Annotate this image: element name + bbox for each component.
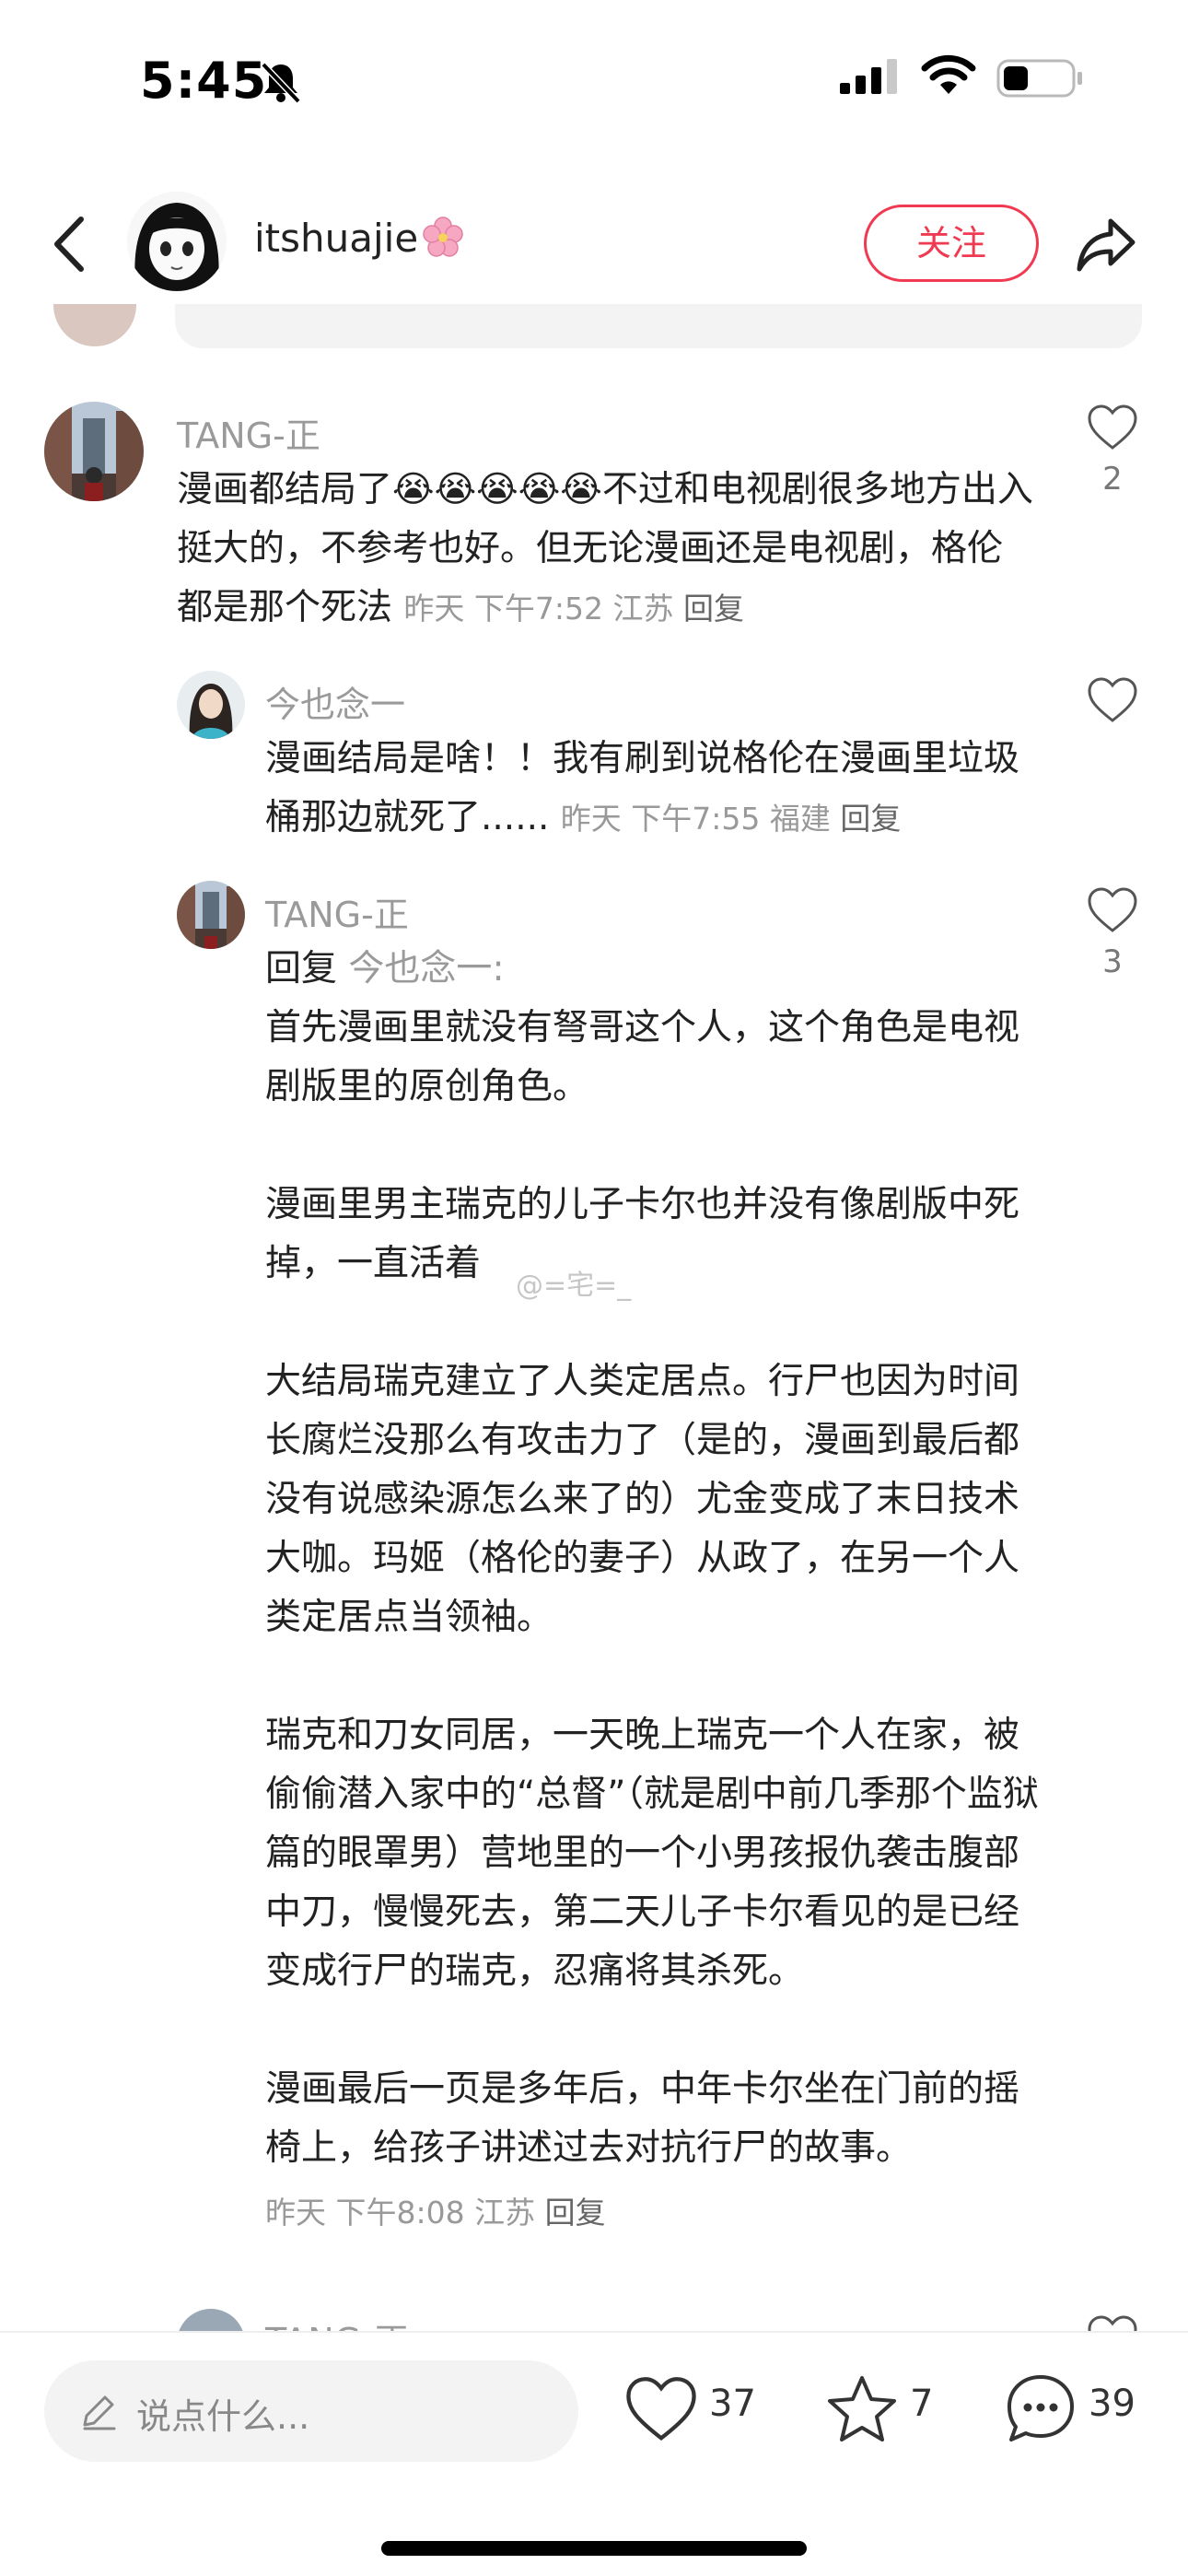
comment-paragraph: 瑞克和刀女同居，一天晚上瑞克一个人在家，被偷偷潜入家中的“总督”（就是剧中前几季… (265, 1715, 1039, 1992)
reply-link[interactable]: 回复 (840, 801, 901, 837)
home-indicator (381, 2541, 807, 2556)
heart-icon[interactable] (1087, 2314, 1138, 2331)
follow-button[interactable]: 关注 (864, 205, 1039, 282)
girl-photo-avatar-icon (177, 671, 245, 739)
comment-text: 漫画都结局了😭😭😭😭😭不过和电视剧很多地方出入挺大的，不参考也好。但无论漫画还是… (177, 461, 1033, 638)
author-avatar[interactable] (127, 192, 227, 291)
reply-to-line: 回复 今也念一: (265, 948, 505, 989)
collect-count: 7 (910, 2383, 934, 2425)
comment-paragraph: 大结局瑞克建立了人类定居点。行尸也因为时间长腐烂没那么有攻击力了（是的，漫画到最… (265, 1361, 1020, 1638)
reply-prefix: 回复 (265, 948, 338, 989)
watermark: @=宅=_ (516, 1270, 632, 1302)
bell-muted-icon (261, 62, 301, 104)
status-bar: 5:45 (0, 0, 1188, 157)
previous-comment-box (175, 304, 1142, 348)
heart-icon (1088, 404, 1137, 450)
reply-link[interactable]: 回复 (545, 2195, 606, 2231)
comment-author[interactable]: TANG-正 (265, 2313, 409, 2331)
reply-to-user[interactable]: 今也念一 (348, 948, 492, 989)
comment-time-location: 昨天 下午7:55 福建 (560, 801, 831, 837)
comment-reply-item: TANG-正 (0, 2301, 1188, 2331)
bottom-action-bar: 说点什么... 37 7 39 (0, 2331, 1188, 2576)
heart-icon (1088, 677, 1137, 722)
reply-link[interactable]: 回复 (683, 591, 744, 626)
city-bridge-avatar-icon (177, 881, 245, 949)
status-time: 5:45 (140, 52, 268, 110)
note-header: itshuajie 关注 (0, 184, 1188, 304)
comment-meta: 昨天 下午8:08 江苏 回复 (265, 2184, 1039, 2242)
comment-author[interactable]: 今也念一 (265, 676, 405, 727)
comment-meta: 昨天 下午7:55 福建 回复 (561, 801, 902, 837)
heart-icon (1088, 887, 1137, 932)
heart-icon (626, 2377, 696, 2441)
comment-text: 漫画结局是啥！！我有刷到说格伦在漫画里垃圾桶那边就死了...... 昨天 下午7… (265, 730, 1039, 849)
commenter-avatar[interactable] (44, 402, 144, 501)
cellular-signal-icon (840, 59, 897, 94)
city-bridge-avatar-icon (44, 402, 144, 501)
comment-reply-item: TANG-正 回复 今也念一: 首先漫画里就没有弩哥这个人，这个角色是电视剧版里… (0, 877, 1188, 2277)
comment-item: TANG-正 漫画都结局了😭😭😭😭😭不过和电视剧很多地方出入挺大的，不参考也好。… (0, 396, 1188, 628)
comment-time-location: 昨天 下午7:52 江苏 (403, 591, 674, 626)
comment-meta: 昨天 下午7:52 江苏 回复 (403, 591, 744, 626)
like-count: 2 (1102, 461, 1123, 498)
pencil-icon (83, 2395, 116, 2430)
comment-paragraph: 漫画里男主瑞克的儿子卡尔也并没有像剧版中死掉，一直活着 (265, 1184, 1020, 1284)
comment-author[interactable]: TANG-正 (265, 886, 409, 937)
comment-author[interactable]: TANG-正 (177, 407, 320, 458)
commenter-avatar[interactable] (177, 881, 245, 949)
like-count: 37 (709, 2383, 756, 2425)
comment-like-button[interactable] (1076, 676, 1149, 728)
comment-input-placeholder: 说点什么... (136, 2396, 310, 2437)
comment-paragraph: 漫画最后一页是多年后，中年卡尔坐在门前的摇椅上，给孩子讲述过去对抗行尸的故事。 (265, 2068, 1020, 2169)
comment-like-button[interactable]: 3 (1076, 886, 1149, 980)
like-button[interactable]: 37 (624, 2366, 763, 2454)
chat-bubble-icon (1007, 2375, 1074, 2441)
author-username-text: itshuajie (254, 216, 419, 261)
comment-text: 回复 今也念一: 首先漫画里就没有弩哥这个人，这个角色是电视剧版里的原创角色。 … (265, 940, 1039, 2242)
comment-input[interactable]: 说点什么... (44, 2360, 578, 2462)
anime-girl-avatar-icon (127, 192, 227, 291)
comment-paragraph: 首先漫画里就没有弩哥这个人，这个角色是电视剧版里的原创角色。 (265, 1007, 1020, 1107)
previous-comment-avatar (53, 304, 136, 346)
collect-button[interactable]: 7 (825, 2366, 945, 2454)
wifi-icon (921, 54, 976, 94)
author-username[interactable]: itshuajie (254, 216, 464, 261)
cherry-blossom-icon (423, 217, 463, 257)
comment-button[interactable]: 39 (1004, 2366, 1160, 2454)
comment-time-location: 昨天 下午8:08 江苏 (265, 2195, 536, 2231)
commenter-avatar[interactable] (177, 671, 245, 739)
comment-reply-item: 今也念一 漫画结局是啥！！我有刷到说格伦在漫画里垃圾桶那边就死了...... 昨… (0, 667, 1188, 851)
back-arrow-icon[interactable] (46, 212, 92, 276)
like-count: 3 (1102, 943, 1123, 980)
comment-like-button[interactable]: 2 (1076, 404, 1149, 498)
comment-count: 39 (1089, 2383, 1136, 2425)
commenter-avatar[interactable] (177, 2309, 245, 2331)
share-icon[interactable] (1074, 212, 1138, 276)
star-icon (828, 2376, 896, 2441)
battery-icon (996, 59, 1082, 98)
